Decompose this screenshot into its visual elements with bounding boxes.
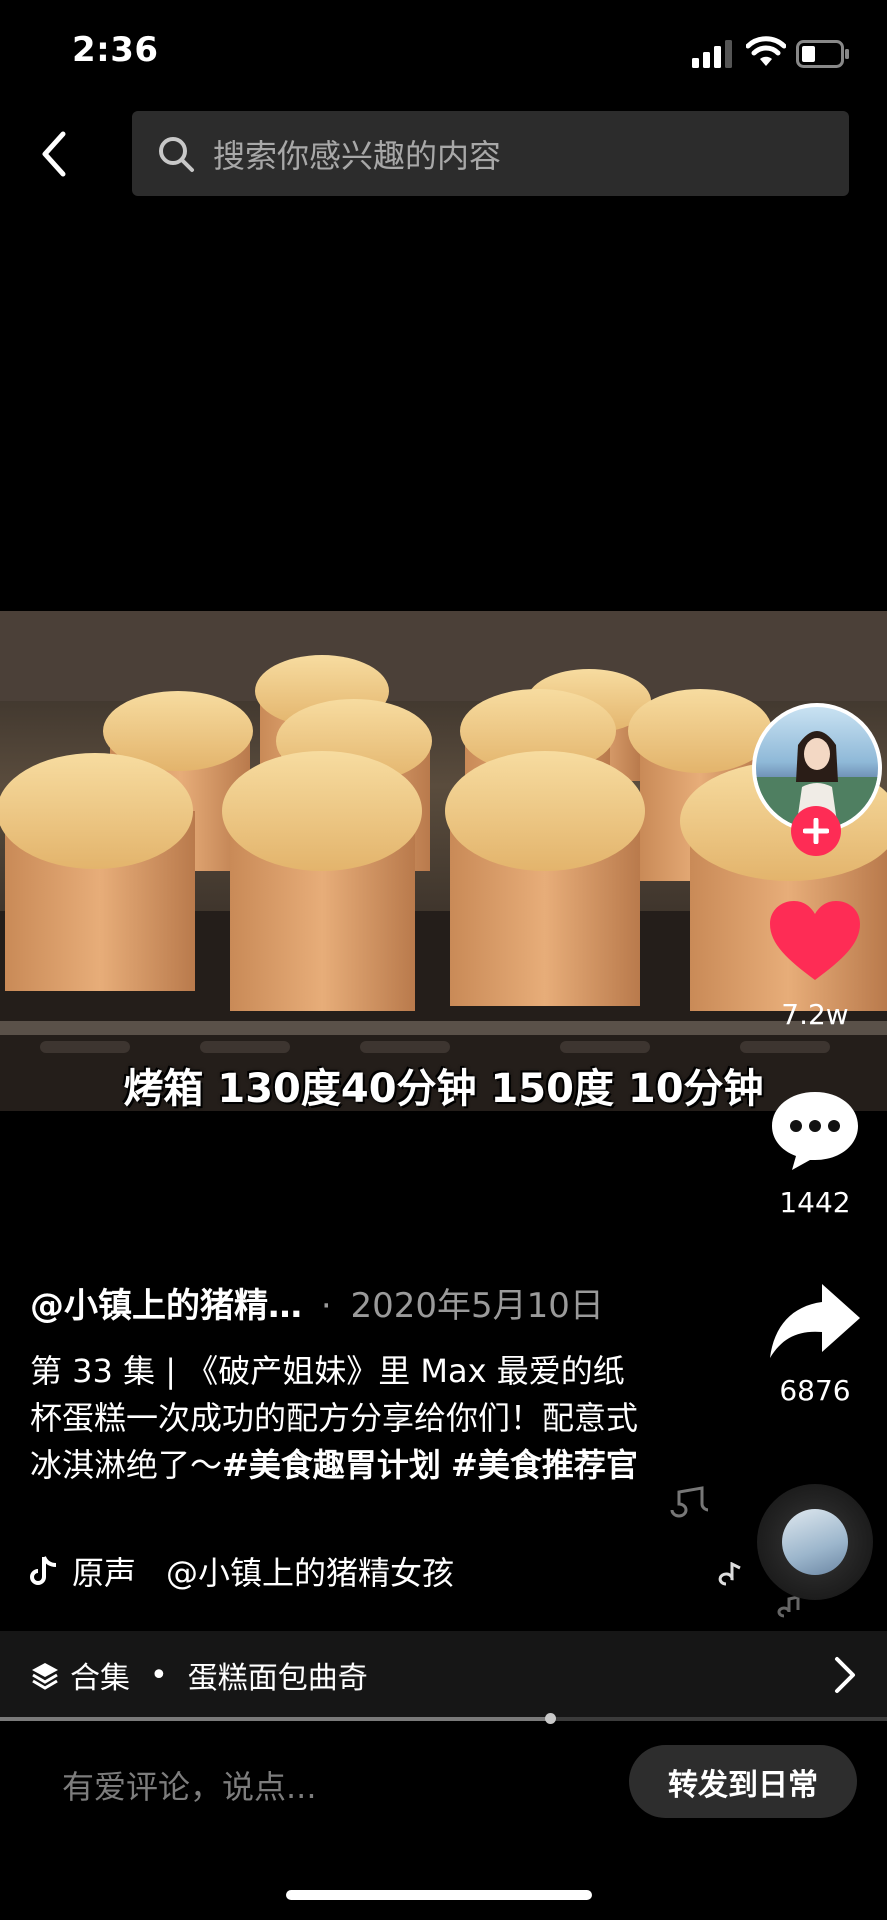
search-input[interactable]: 搜索你感兴趣的内容 [132,111,849,196]
video-subtitle: 烤箱 130度40分钟 150度 10分钟 [123,1066,764,1112]
video-progress-knob[interactable] [545,1713,556,1724]
search-icon [159,136,194,172]
battery-icon [796,40,849,68]
music-note-icon [718,1562,741,1586]
video-progress-fill [0,1717,550,1721]
post-date: 2020年5月10日 [350,1286,604,1326]
share-icon[interactable] [768,1280,862,1364]
video-frame-cupcakes [0,611,887,1111]
heart-icon[interactable] [768,900,862,984]
home-indicator [286,1890,592,1900]
status-time: 2:36 [72,30,159,70]
comment-count: 1442 [779,1186,851,1219]
hashtag-link[interactable]: #美食推荐官 [451,1446,638,1484]
plus-icon [803,818,829,844]
author-line: @小镇上的猪精… · 2020年5月10日 [30,1278,604,1327]
back-button[interactable] [28,126,80,182]
post-caption: 第 33 集 | 《破产姐妹》里 Max 最爱的纸杯蛋糕一次成功的配方分享给你们… [30,1348,650,1489]
video-progress-bar[interactable] [0,1717,887,1721]
wifi-icon [746,36,786,66]
music-author: @小镇上的猪精女孩 [166,1554,455,1592]
collection-name: 蛋糕面包曲奇 [187,1661,368,1696]
signal-icon [692,40,732,68]
share-count: 6876 [779,1374,851,1407]
author-name[interactable]: @小镇上的猪精… [30,1286,302,1326]
chevron-left-icon [42,131,66,177]
follow-button[interactable] [791,806,841,856]
post-dot: · [320,1286,332,1326]
music-disc-cover [782,1509,848,1575]
music-note-icon [777,1596,800,1618]
hashtag-link[interactable]: #美食趣胃计划 [222,1446,441,1484]
music-line[interactable]: 原声 @小镇上的猪精女孩 [30,1548,454,1594]
comment-input[interactable]: 有爱评论，说点... [62,1762,317,1808]
layers-icon [32,1663,58,1690]
search-placeholder: 搜索你感兴趣的内容 [213,136,502,175]
collection-bar[interactable]: 合集 • 蛋糕面包曲奇 [0,1631,887,1719]
tiktok-note-icon [30,1556,57,1585]
like-count: 7.2w [781,998,849,1031]
music-label: 原声 [72,1554,137,1592]
music-note-icon [670,1486,708,1518]
comment-icon[interactable] [768,1088,862,1172]
collection-label: 合集 [70,1661,130,1696]
music-disc[interactable] [757,1484,873,1600]
repost-button[interactable]: 转发到日常 [629,1745,857,1818]
chevron-right-icon [835,1657,855,1693]
collection-dot: • [150,1657,168,1693]
video-player[interactable] [0,611,887,1111]
